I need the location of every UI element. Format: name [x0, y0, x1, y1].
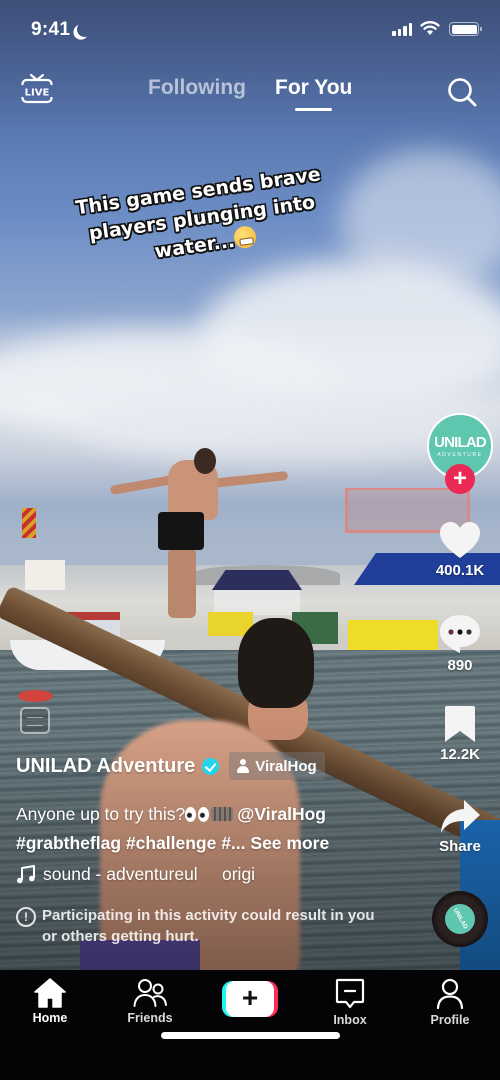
video-text-overlay: This game sends brave players plunging i… — [58, 159, 347, 278]
friends-icon — [133, 979, 167, 1007]
video-scene-flag — [22, 508, 36, 538]
tagged-user-name: ViralHog — [255, 757, 317, 775]
tab-inbox[interactable]: Inbox — [310, 978, 390, 1027]
search-icon[interactable] — [446, 76, 478, 108]
exclamation-circle-icon: ! — [16, 907, 36, 927]
like-count: 400.1K — [435, 562, 485, 579]
home-icon — [34, 978, 66, 1008]
mention-link[interactable]: @ViralHog — [237, 804, 326, 824]
video-scene-jumper — [194, 448, 216, 474]
tab-friends[interactable]: Friends — [110, 978, 190, 1025]
video-scene-building — [25, 560, 65, 590]
create-plus-icon: + — [241, 982, 259, 1013]
save-count: 12.2K — [439, 746, 481, 763]
see-more-link[interactable]: See more — [250, 833, 329, 853]
comment-icon — [440, 615, 480, 653]
wifi-icon — [420, 21, 440, 35]
live-label: LIVE — [25, 88, 50, 99]
share-button[interactable]: Share — [420, 798, 500, 855]
profile-icon — [436, 978, 464, 1010]
battery-level — [451, 24, 477, 34]
description-text: Anyone up to try this? — [16, 804, 186, 824]
bottom-tab-bar: Home Friends + Inbox Profile — [0, 970, 500, 1080]
safety-warning-text: Participating in this activity could res… — [42, 907, 375, 945]
tab-profile-label: Profile — [430, 1013, 470, 1027]
save-button[interactable]: 12.2K — [420, 704, 500, 763]
safety-warning: ! Participating in this activity could r… — [16, 905, 382, 947]
plus-icon: + — [452, 465, 467, 492]
comment-count: 890 — [447, 657, 473, 674]
tagged-user-chip[interactable]: ViralHog — [229, 752, 325, 780]
film-emoji-icon — [211, 807, 234, 821]
sound-title: sound - adventureul origi — [43, 864, 256, 884]
music-note-icon — [17, 864, 35, 883]
create-button-face: + — [226, 981, 274, 1017]
avatar-logo-title: UNILAD — [434, 433, 487, 451]
share-arrow-icon — [441, 800, 480, 833]
music-disc-cover: UNILAD — [439, 898, 481, 940]
share-label: Share — [439, 838, 481, 855]
top-nav: LIVE Following For You — [0, 64, 500, 116]
tab-home-label: Home — [32, 1011, 68, 1025]
video-scene-jumper — [168, 548, 196, 618]
eyes-emoji-icon — [185, 807, 211, 822]
hashtags[interactable]: #grabtheflag #challenge #... — [16, 833, 246, 853]
grimacing-face-emoji-icon — [232, 224, 258, 250]
follow-button[interactable]: + — [445, 464, 475, 494]
create-video-button[interactable]: + — [222, 981, 278, 1017]
video-scene-jumper — [158, 512, 204, 550]
effect-badge-icon[interactable] — [20, 707, 50, 734]
creator-row: UNILAD Adventure ViralHog — [16, 752, 325, 780]
tab-for-you[interactable]: For You — [275, 76, 352, 100]
status-time: 9:41 — [31, 19, 71, 40]
video-scene-tent — [212, 570, 302, 590]
video-scene-jumper — [209, 470, 289, 489]
battery-icon — [449, 22, 482, 36]
tab-profile[interactable]: Profile — [410, 978, 490, 1027]
active-tab-indicator — [295, 108, 332, 111]
tab-following[interactable]: Following — [148, 76, 246, 100]
video-description[interactable]: Anyone up to try this? @ViralHog #grabthe… — [16, 800, 396, 858]
cellular-signal-icon — [392, 23, 412, 36]
video-scene-foreground-person — [238, 618, 314, 708]
moon-icon — [76, 21, 93, 38]
tab-inbox-label: Inbox — [333, 1013, 367, 1027]
like-button[interactable]: 400.1K — [420, 520, 500, 579]
avatar-logo-subtitle: ADVENTURE — [437, 451, 483, 458]
home-indicator[interactable] — [161, 1032, 340, 1039]
live-tv-icon[interactable]: LIVE — [20, 72, 54, 106]
person-icon — [237, 759, 250, 773]
tab-friends-label: Friends — [127, 1011, 173, 1025]
inbox-icon — [335, 978, 365, 1009]
video-scene-kayak — [18, 690, 53, 702]
music-disc-button[interactable]: UNILAD — [432, 891, 488, 947]
creator-name[interactable]: UNILAD Adventure — [16, 755, 195, 778]
comment-button[interactable]: 890 — [420, 613, 500, 674]
status-bar: 9:41 — [0, 0, 500, 54]
heart-icon — [440, 522, 480, 558]
bookmark-icon — [445, 706, 475, 742]
caption-line: water... — [153, 229, 237, 263]
verified-badge-icon — [202, 757, 220, 775]
tab-home[interactable]: Home — [10, 978, 90, 1025]
sound-row[interactable]: sound - adventureul origi — [16, 864, 255, 885]
